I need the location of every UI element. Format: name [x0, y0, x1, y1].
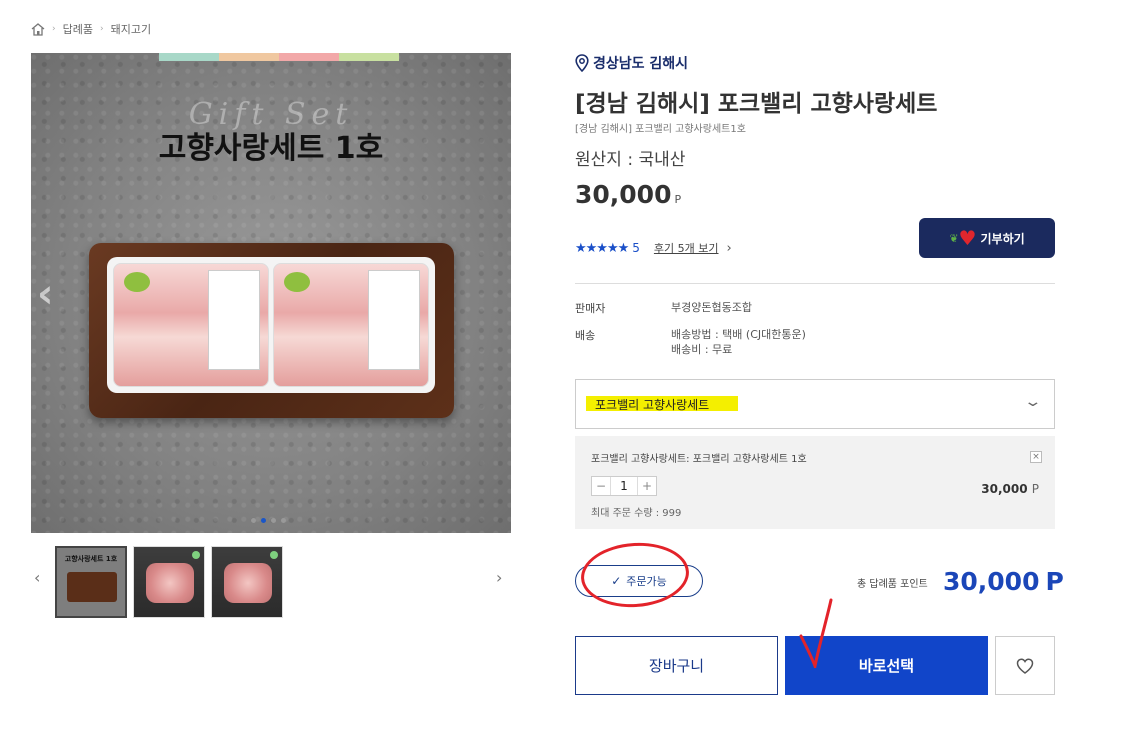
total-points-value: 30,000: [943, 567, 1040, 596]
chevron-right-icon[interactable]: ›: [727, 241, 732, 256]
seller-label: 판매자: [575, 302, 606, 315]
thumbnail-strip: ‹ 고향사랑세트 1호 ›: [31, 546, 511, 618]
chevron-down-icon[interactable]: ⌄: [1024, 394, 1043, 410]
breadcrumb-separator-icon: ›: [52, 24, 56, 34]
wishlist-button[interactable]: [995, 636, 1055, 695]
meat-tray: [107, 257, 435, 393]
rating-stars-icon: ★★★★★: [575, 240, 629, 256]
option-price-value: 30,000: [981, 482, 1028, 496]
breadcrumb-item-gifts[interactable]: 답례품: [63, 21, 93, 37]
total-points-unit: P: [1045, 567, 1064, 596]
selected-option-name: 포크밸리 고향사랑세트: 포크밸리 고향사랑세트 1호: [591, 454, 807, 465]
wooden-board-image: [89, 243, 454, 418]
selected-option: 포크밸리 고향사랑세트: 포크밸리 고향사랑세트 1호 × − 1 + 30,0…: [575, 436, 1055, 529]
price-value: 30,000: [575, 180, 672, 209]
donate-label: 기부하기: [980, 231, 1025, 246]
option-select[interactable]: 포크밸리 고향사랑세트 ⌄: [575, 379, 1055, 429]
carousel-dot-active[interactable]: [261, 518, 266, 523]
product-subtitle: [경남 김해시] 포크밸리 고향사랑세트1호: [575, 124, 746, 135]
rating: ★★★★★ 5 후기 5개 보기 ›: [575, 240, 732, 256]
quantity-plus-button[interactable]: +: [638, 477, 656, 495]
quantity-input[interactable]: 1: [610, 477, 638, 495]
shipping-fee: 배송비 : 무료: [671, 343, 733, 356]
breadcrumb-separator-icon: ›: [99, 24, 104, 34]
total-points-label: 총 답례품 포인트: [857, 579, 928, 590]
thumbnail-title: 고향사랑세트 1호: [64, 555, 118, 563]
annotation-check-mark: [799, 598, 833, 668]
cart-button-label: 장바구니: [648, 657, 705, 675]
map-pin-icon: [575, 54, 589, 72]
location: 경상남도 김해시: [575, 53, 688, 73]
close-icon[interactable]: ×: [1030, 451, 1042, 463]
total-points: 30,000 P: [943, 567, 1064, 596]
home-icon[interactable]: [31, 22, 45, 36]
carousel-dot[interactable]: [281, 518, 286, 523]
product-origin: 원산지 : 국내산: [575, 150, 686, 170]
meat-pack: [113, 263, 269, 387]
product-title: [경남 김해시] 포크밸리 고향사랑세트: [575, 91, 938, 117]
quantity-stepper: − 1 +: [591, 476, 657, 496]
heart-outline-icon: [1016, 657, 1034, 674]
thumbnail-prev-icon[interactable]: ‹: [34, 568, 40, 587]
carousel-dot[interactable]: [271, 518, 276, 523]
image-title: 고향사랑세트 1호: [158, 131, 384, 166]
annotation-circle: [578, 539, 692, 611]
buy-now-button-label: 바로선택: [858, 657, 915, 675]
rating-count: 5: [632, 241, 640, 255]
carousel-dots: [251, 518, 286, 523]
price-unit: P: [674, 193, 682, 206]
meat-pack: [273, 263, 429, 387]
leaf-icon: ❦: [949, 231, 959, 245]
seller-value: 부경양돈협동조합: [671, 301, 752, 314]
option-price: 30,000 P: [981, 482, 1039, 496]
review-link[interactable]: 후기 5개 보기: [654, 240, 719, 256]
option-select-value: 포크밸리 고향사랑세트: [595, 398, 710, 412]
color-strip: [159, 53, 399, 61]
thumbnail-next-icon[interactable]: ›: [496, 568, 502, 587]
option-price-unit: P: [1031, 482, 1039, 496]
product-price: 30,000 P: [575, 180, 681, 209]
breadcrumb-item-pork[interactable]: 돼지고기: [111, 21, 151, 37]
carousel-dot[interactable]: [251, 518, 256, 523]
thumbnail-1[interactable]: 고향사랑세트 1호: [55, 546, 127, 618]
thumbnail-2[interactable]: [133, 546, 205, 618]
breadcrumb: › 답례품 › 돼지고기: [31, 20, 151, 38]
thumbnail-3[interactable]: [211, 546, 283, 618]
product-main-image: Gift Set 고향사랑세트 1호 ‹ ›: [31, 53, 511, 533]
shipping-method: 배송방법 : 택배 (CJ대한통운): [671, 328, 806, 341]
shipping-label: 배송: [575, 329, 596, 342]
heart-icon: ♥: [958, 226, 977, 250]
image-prev-arrow-icon[interactable]: ‹: [37, 271, 53, 317]
cart-button[interactable]: 장바구니: [575, 636, 778, 695]
leaf-icon: [270, 551, 278, 559]
divider: [575, 283, 1055, 284]
quantity-minus-button[interactable]: −: [592, 477, 610, 495]
max-order-quantity: 최대 주문 수량 : 999: [591, 508, 682, 519]
donate-button[interactable]: ❦ ♥ 기부하기: [919, 218, 1055, 258]
leaf-icon: [192, 551, 200, 559]
location-text: 경상남도 김해시: [593, 56, 689, 72]
